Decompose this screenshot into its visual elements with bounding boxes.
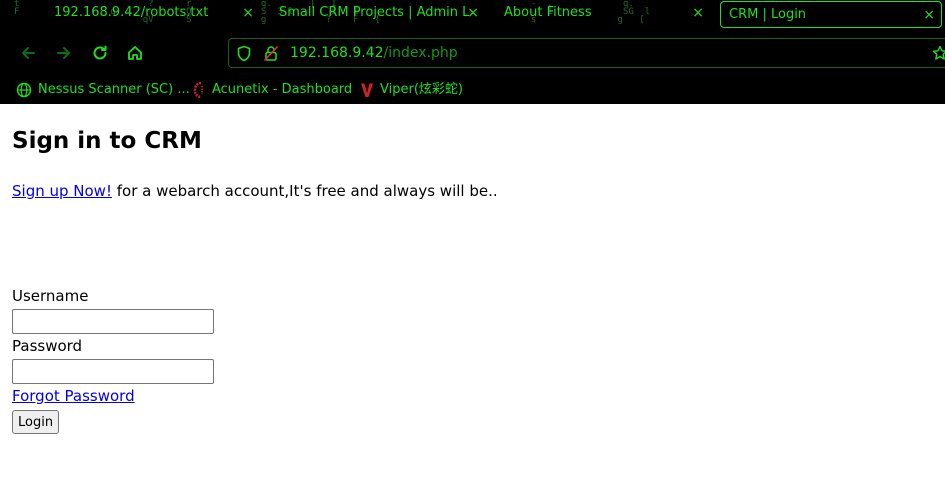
back-arrow-icon — [22, 47, 35, 59]
tab-small-crm[interactable]: Small CRM Projects | Admin L × — [271, 0, 485, 28]
bookmarks-toolbar: Nessus Scanner (SC) ... Acunetix - Dashb… — [0, 76, 945, 104]
bookmark-star-icon[interactable] — [932, 45, 945, 61]
forward-button[interactable] — [51, 40, 77, 66]
acunetix-icon — [193, 81, 203, 98]
tab-strip: t F ? r q Q qV S q. | I S 3 l i 1 g ? F … — [0, 0, 945, 32]
signup-text: for a webarch account,It's free and alwa… — [111, 182, 498, 200]
bookmark-viper[interactable]: Viper(炫彩蛇) — [360, 80, 463, 100]
forgot-password-link[interactable]: Forgot Password — [12, 387, 135, 405]
matrix-decoration: t F — [14, 0, 20, 17]
tab-close-icon[interactable]: × — [242, 0, 254, 26]
back-button[interactable] — [15, 40, 41, 66]
bookmark-label: Viper(炫彩蛇) — [380, 82, 463, 97]
tab-title: Small CRM Projects | Admin L — [279, 5, 469, 20]
tab-title: 192.168.9.42/robots.txt — [54, 5, 209, 20]
url-path: /index.php — [383, 45, 458, 61]
home-button[interactable] — [122, 40, 148, 66]
tab-crm-login[interactable]: CRM | Login × — [720, 1, 942, 28]
bookmark-nessus[interactable]: Nessus Scanner (SC) ... — [16, 80, 190, 100]
page-content: Sign in to CRM Sign up Now! for a webarc… — [0, 104, 945, 494]
reload-button[interactable] — [87, 40, 113, 66]
login-button[interactable]: Login — [12, 410, 60, 434]
password-label: Password — [12, 337, 83, 355]
url-text: 192.168.9.42/index.php — [290, 45, 458, 61]
username-input[interactable] — [12, 309, 214, 334]
forward-arrow-icon — [57, 47, 70, 59]
globe-icon — [16, 82, 32, 97]
url-bar[interactable]: 192.168.9.42/index.php — [228, 38, 945, 68]
browser-chrome: t F ? r q Q qV S q. | I S 3 l i 1 g ? F … — [0, 0, 945, 104]
tab-title: CRM | Login — [729, 7, 807, 22]
shield-icon[interactable] — [236, 45, 252, 62]
tab-close-icon[interactable]: × — [692, 0, 704, 26]
url-host: 192.168.9.42 — [290, 45, 384, 61]
bookmark-label: Nessus Scanner (SC) ... — [38, 82, 190, 97]
signup-line: Sign up Now! for a webarch account,It's … — [12, 182, 498, 200]
username-label: Username — [12, 287, 89, 305]
page-title: Sign in to CRM — [12, 128, 202, 154]
bookmark-acunetix[interactable]: Acunetix - Dashboard — [192, 80, 352, 100]
tab-about-fitness[interactable]: About Fitness × — [496, 0, 710, 28]
signup-link[interactable]: Sign up Now! — [12, 182, 112, 200]
reload-icon — [93, 45, 107, 60]
insecure-lock-icon[interactable] — [263, 45, 279, 62]
home-icon — [128, 46, 142, 60]
tab-robots[interactable]: 192.168.9.42/robots.txt × — [46, 0, 260, 28]
tab-close-icon[interactable]: × — [467, 0, 479, 26]
tab-title: About Fitness — [504, 5, 592, 20]
tab-close-icon[interactable]: × — [923, 2, 935, 27]
bookmark-label: Acunetix - Dashboard — [212, 82, 353, 97]
viper-icon — [361, 83, 373, 97]
password-input[interactable] — [12, 359, 214, 384]
